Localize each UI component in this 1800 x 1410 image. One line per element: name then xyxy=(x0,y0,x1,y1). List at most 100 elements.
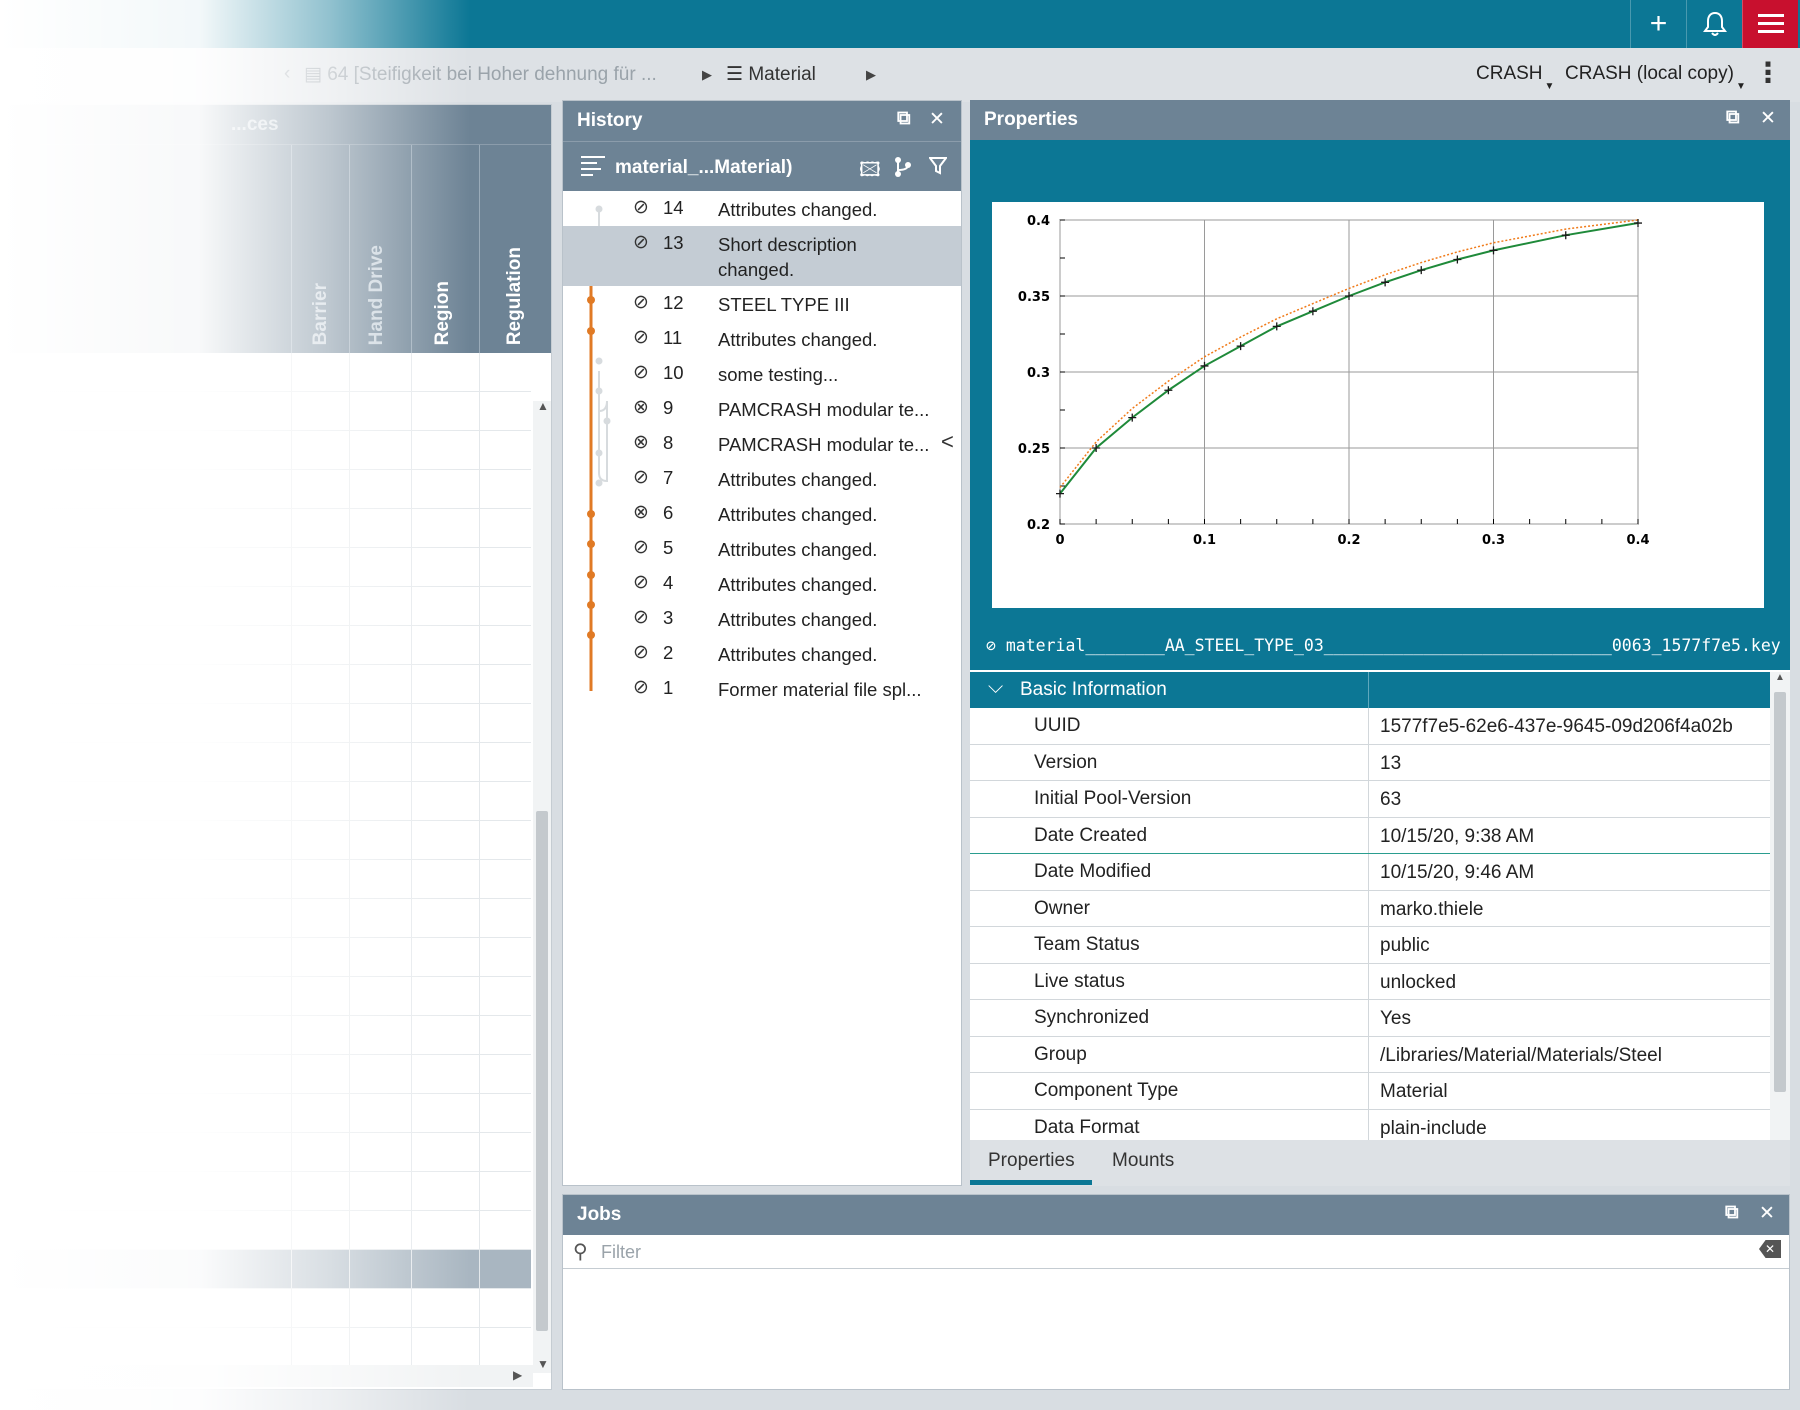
table-row[interactable] xyxy=(1,548,531,587)
property-row[interactable]: Team Status public xyxy=(970,927,1770,964)
repository-select[interactable]: CRASH (local copy)▼ xyxy=(1565,63,1746,92)
table-row[interactable] xyxy=(1,1016,531,1055)
filter-input[interactable] xyxy=(601,1239,1701,1265)
table-cell xyxy=(349,1133,350,1172)
table-row[interactable] xyxy=(1,353,531,392)
filter-icon[interactable] xyxy=(929,157,947,175)
table-row[interactable] xyxy=(1,626,531,665)
table-row[interactable] xyxy=(1,860,531,899)
add-button[interactable]: + xyxy=(1630,0,1686,48)
history-entry[interactable]: ⊘ 11 Attributes changed. xyxy=(563,321,961,356)
table-row[interactable] xyxy=(1,782,531,821)
property-row[interactable]: Component Type Material xyxy=(970,1073,1770,1110)
table-row[interactable] xyxy=(1,1211,531,1250)
history-entry[interactable]: ⊘ 4 Attributes changed. xyxy=(563,566,961,601)
column-header-barrier[interactable]: Barrier xyxy=(291,145,349,353)
table-row[interactable] xyxy=(1,665,531,704)
property-row[interactable]: Live status unlocked xyxy=(970,963,1770,1000)
history-entry[interactable]: ⊘ 14 Attributes changed. xyxy=(563,191,961,226)
history-entry[interactable]: ⊘ 3 Attributes changed. xyxy=(563,601,961,636)
scroll-up-icon[interactable]: ▲ xyxy=(537,399,549,413)
table-row[interactable] xyxy=(1,1289,531,1328)
table-cell xyxy=(291,665,292,704)
table-row[interactable] xyxy=(1,1133,531,1172)
undock-icon[interactable]: ⧉ xyxy=(897,108,911,130)
history-entry[interactable]: ⊗ 6 Attributes changed. xyxy=(563,496,961,531)
table-row[interactable] xyxy=(1,743,531,782)
table-row[interactable] xyxy=(1,899,531,938)
undock-icon[interactable]: ⧉ xyxy=(1726,107,1740,129)
scroll-down-icon[interactable]: ▼ xyxy=(537,1357,549,1371)
column-divider xyxy=(1368,1073,1369,1109)
vertical-scrollbar[interactable]: ▲ xyxy=(1770,672,1790,1140)
notifications-button[interactable] xyxy=(1686,0,1742,48)
tab-mounts[interactable]: Mounts xyxy=(1112,1150,1174,1172)
scroll-up-icon[interactable]: ▲ xyxy=(1775,672,1785,683)
history-entry[interactable]: ⊗ 9 PAMCRASH modular te... xyxy=(563,391,961,426)
property-row[interactable]: Synchronized Yes xyxy=(970,1000,1770,1037)
column-header-hand-drive[interactable]: Hand Drive xyxy=(349,145,411,353)
close-icon[interactable]: ✕ xyxy=(1759,1202,1775,1225)
table-cell xyxy=(411,470,412,509)
breadcrumb-item-material[interactable]: ☰ Material xyxy=(726,63,816,86)
close-icon[interactable]: ✕ xyxy=(1760,107,1776,130)
table-row[interactable] xyxy=(1,1172,531,1211)
table-row[interactable] xyxy=(1,938,531,977)
image-icon[interactable]: 🖾 xyxy=(859,155,881,189)
table-row[interactable] xyxy=(1,1328,531,1367)
breadcrumb-item-pool[interactable]: ▤ 64 [Steifigkeit bei Hoher dehnung für … xyxy=(304,63,657,86)
undock-icon[interactable]: ⧉ xyxy=(1725,1202,1739,1224)
collapse-icon[interactable]: < xyxy=(941,429,954,455)
property-row[interactable]: UUID 1577f7e5-62e6-437e-9645-09d206f4a02b xyxy=(970,708,1770,745)
table-row[interactable] xyxy=(1,704,531,743)
table-row[interactable] xyxy=(1,470,531,509)
table-row[interactable] xyxy=(1,821,531,860)
table-row[interactable] xyxy=(1,1250,531,1289)
table-row[interactable] xyxy=(1,587,531,626)
history-entry[interactable]: ⊘ 5 Attributes changed. xyxy=(563,531,961,566)
history-entry[interactable]: ⊘ 13 Short description changed. xyxy=(563,226,961,286)
history-entry[interactable]: ⊘ 2 Attributes changed. xyxy=(563,636,961,671)
table-row[interactable] xyxy=(1,1094,531,1133)
table-cell xyxy=(479,860,480,899)
table-cell xyxy=(291,1133,292,1172)
scrollbar-thumb[interactable] xyxy=(1774,692,1786,1092)
property-row[interactable]: Owner marko.thiele xyxy=(970,890,1770,927)
table-cell xyxy=(291,1016,292,1055)
pool-select[interactable]: CRASH▼ xyxy=(1476,63,1554,92)
y-tick-label: 0.2 xyxy=(1027,518,1050,533)
section-header-basic-information[interactable]: ⌵ Basic Information xyxy=(970,672,1770,708)
column-header-region[interactable]: Region xyxy=(411,145,479,353)
history-message: Attributes changed. xyxy=(718,199,878,220)
property-row[interactable]: Initial Pool-Version 63 xyxy=(970,781,1770,818)
more-options-button[interactable]: ⋮ xyxy=(1754,58,1782,88)
history-entry[interactable]: ⊘ 7 Attributes changed. xyxy=(563,461,961,496)
history-entry[interactable]: ⊘ 1 Former material file spl... xyxy=(563,671,961,706)
main-menu-button[interactable] xyxy=(1742,0,1798,48)
property-row[interactable]: Date Modified 10/15/20, 9:46 AM xyxy=(970,854,1770,891)
table-row[interactable] xyxy=(1,977,531,1016)
close-icon[interactable]: ✕ xyxy=(929,108,945,131)
table-cell xyxy=(349,860,350,899)
history-panel-header: History ⧉ ✕ xyxy=(563,101,961,141)
column-header-regulation[interactable]: Regulation xyxy=(479,145,551,353)
history-entry[interactable]: ⊗ 8 PAMCRASH modular te... xyxy=(563,426,961,461)
branch-icon[interactable] xyxy=(893,156,913,178)
vertical-scrollbar[interactable]: ▲ ▼ xyxy=(533,399,551,1373)
property-value: unlocked xyxy=(1380,971,1457,993)
table-row[interactable] xyxy=(1,431,531,470)
table-row[interactable] xyxy=(1,509,531,548)
property-row[interactable]: Date Created 10/15/20, 9:38 AM xyxy=(970,817,1770,854)
scrollbar-thumb[interactable] xyxy=(536,811,548,1331)
scroll-right-icon[interactable]: ▶ xyxy=(513,1368,522,1382)
horizontal-scrollbar[interactable]: ▶ xyxy=(1,1365,533,1387)
table-row[interactable] xyxy=(1,1055,531,1094)
history-entry[interactable]: ⊘ 10 some testing... xyxy=(563,356,961,391)
x-tick-label: 0.4 xyxy=(1626,533,1649,548)
tab-properties[interactable]: Properties xyxy=(988,1150,1075,1172)
clear-icon[interactable]: ✕ xyxy=(1759,1240,1781,1258)
property-row[interactable]: Group/Libraries/Material/Materials/Steel xyxy=(970,1036,1770,1073)
property-row[interactable]: Version 13 xyxy=(970,744,1770,781)
table-row[interactable] xyxy=(1,392,531,431)
history-entry[interactable]: ⊘ 12 STEEL TYPE III xyxy=(563,286,961,321)
